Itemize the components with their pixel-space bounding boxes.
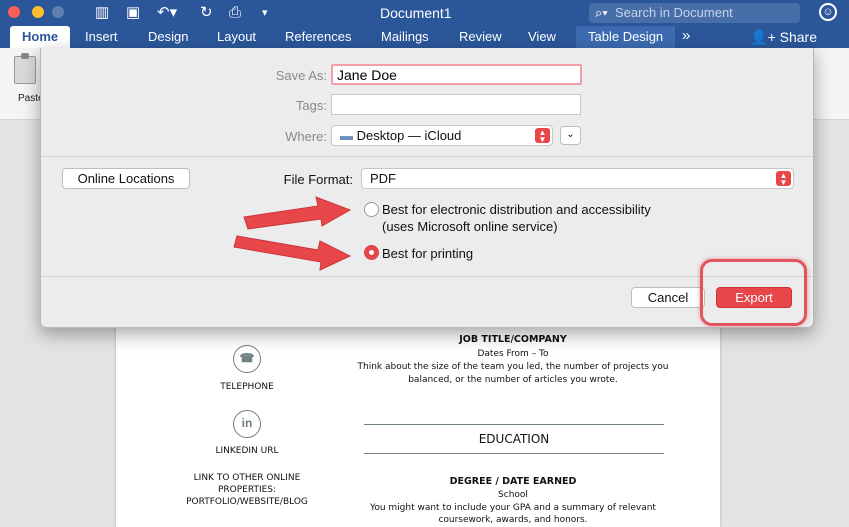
export-dialog: Save As: Jane Doe Tags: Where: ▬ Desktop… xyxy=(40,48,814,328)
tab-view[interactable]: View xyxy=(528,29,556,44)
redo-icon[interactable]: ↻ xyxy=(200,4,213,22)
telephone-label: TELEPHONE xyxy=(220,382,274,392)
print-icon[interactable]: ⎙ xyxy=(229,4,241,22)
option-printing-label[interactable]: Best for printing xyxy=(382,246,473,262)
file-format-label: File Format: xyxy=(283,172,353,187)
education-heading: EDUCATION xyxy=(478,432,550,446)
expand-dialog-button[interactable]: ⌄ xyxy=(560,126,581,145)
link-other-line2: PROPERTIES: xyxy=(217,485,277,495)
job-description-line2: balanced, or the number of articles you … xyxy=(408,375,618,385)
job-dates: Dates From – To xyxy=(477,349,549,359)
tab-insert[interactable]: Insert xyxy=(85,29,118,44)
tab-table-design[interactable]: Table Design xyxy=(576,26,676,48)
more-tabs-button[interactable]: » xyxy=(682,27,690,44)
save-icon[interactable]: ▣ xyxy=(126,4,140,22)
zoom-window-button[interactable] xyxy=(52,6,64,18)
add-person-icon: 👤+ xyxy=(750,29,776,45)
radio-best-for-printing[interactable] xyxy=(364,245,379,260)
option-electronic-line2: (uses Microsoft online service) xyxy=(382,219,558,234)
option-electronic-line1[interactable]: Best for electronic distribution and acc… xyxy=(382,202,651,218)
document-title: Document1 xyxy=(380,5,452,21)
linkedin-label: LINKEDIN URL xyxy=(215,446,279,456)
tab-review[interactable]: Review xyxy=(459,29,502,44)
stepper-arrows-icon: ▲ ▼ xyxy=(535,128,550,144)
where-label: Where: xyxy=(285,129,327,144)
feedback-smiley-icon[interactable]: ☺ xyxy=(819,3,837,21)
ribbon-tabs: Home Insert Design Layout References Mai… xyxy=(0,26,849,48)
undo-icon[interactable]: ↶▾ xyxy=(157,4,177,22)
telephone-icon: ☎ xyxy=(233,345,261,373)
minimize-window-button[interactable] xyxy=(32,6,44,18)
section-divider xyxy=(364,424,664,425)
tags-field[interactable] xyxy=(331,94,581,115)
tab-references[interactable]: References xyxy=(285,29,351,44)
education-description-line1: You might want to include your GPA and a… xyxy=(370,503,656,513)
save-as-field[interactable]: Jane Doe xyxy=(331,64,582,85)
linkedin-icon: in xyxy=(233,410,261,438)
title-bar: ▥ ▣ ↶▾ ↻ ⎙ ▾ Document1 ⌕▾ Search in Docu… xyxy=(0,0,849,26)
search-input[interactable]: ⌕▾ Search in Document xyxy=(589,3,800,23)
save-as-label: Save As: xyxy=(275,68,327,83)
tab-mailings[interactable]: Mailings xyxy=(381,29,429,44)
job-title-heading: JOB TITLE/COMPANY xyxy=(459,334,567,345)
share-label: Share xyxy=(779,29,817,45)
file-format-value: PDF xyxy=(370,171,396,186)
where-select[interactable]: ▬ Desktop — iCloud ▲ ▼ xyxy=(331,125,553,146)
chevron-down-icon: ⌄ xyxy=(566,129,575,140)
dialog-divider xyxy=(41,156,813,157)
link-other-line1: LINK TO OTHER ONLINE xyxy=(193,473,301,483)
file-format-select[interactable]: PDF ▲ ▼ xyxy=(361,168,794,189)
stepper-arrows-icon: ▲ ▼ xyxy=(776,171,791,187)
section-divider xyxy=(364,453,664,454)
tags-label: Tags: xyxy=(295,98,327,113)
online-locations-button[interactable]: Online Locations xyxy=(62,168,190,189)
close-window-button[interactable] xyxy=(8,6,20,18)
tab-layout[interactable]: Layout xyxy=(217,29,256,44)
clipboard-icon[interactable] xyxy=(14,53,36,84)
dialog-divider xyxy=(41,276,813,277)
share-button[interactable]: 👤+ Share xyxy=(750,29,817,46)
school-name: School xyxy=(498,490,528,500)
sidebar-toggle-icon[interactable]: ▥ xyxy=(95,4,109,22)
customize-toolbar-icon[interactable]: ▾ xyxy=(262,4,268,22)
export-button[interactable]: Export xyxy=(716,287,792,308)
cancel-button[interactable]: Cancel xyxy=(631,287,705,308)
tab-design[interactable]: Design xyxy=(148,29,188,44)
where-value: Desktop — iCloud xyxy=(356,128,462,143)
folder-icon: ▬ xyxy=(340,128,353,143)
search-icon: ⌕▾ xyxy=(595,5,608,20)
degree-heading: DEGREE / DATE EARNED xyxy=(449,476,577,487)
tab-home[interactable]: Home xyxy=(10,26,71,48)
radio-electronic-distribution[interactable] xyxy=(364,202,379,217)
job-description-line1: Think about the size of the team you led… xyxy=(357,362,669,372)
education-description-line2: coursework, awards, and honors. xyxy=(438,515,588,525)
search-placeholder: Search in Document xyxy=(615,5,733,20)
link-other-line3: PORTFOLIO/WEBSITE/BLOG xyxy=(186,497,308,507)
